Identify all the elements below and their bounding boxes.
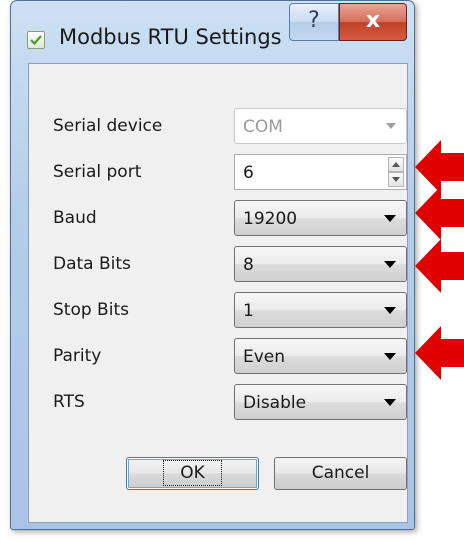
parity-select[interactable]: Even [234, 338, 407, 374]
spin-down-icon[interactable] [388, 172, 404, 187]
baud-select[interactable]: 19200 [234, 200, 407, 236]
baud-value: 19200 [243, 209, 298, 229]
serial-device-select: COM [234, 108, 407, 144]
parity-value: Even [243, 347, 286, 367]
dialog-body: Serial device COM Serial port 6 Baud 192… [28, 63, 408, 523]
stop-bits-select[interactable]: 1 [234, 292, 407, 328]
help-button[interactable]: ? [289, 3, 339, 41]
data-bits-label: Data Bits [53, 254, 131, 274]
data-bits-select[interactable]: 8 [234, 246, 407, 282]
rts-label: RTS [53, 392, 85, 412]
spin-up-icon[interactable] [388, 157, 404, 172]
chevron-down-icon [386, 123, 396, 129]
serial-port-value[interactable]: 6 [243, 163, 254, 183]
title-bar[interactable]: Modbus RTU Settings ? x [11, 1, 414, 49]
cancel-button[interactable]: Cancel [274, 457, 407, 490]
data-bits-value: 8 [243, 255, 254, 275]
app-icon [27, 31, 45, 49]
serial-port-label: Serial port [53, 162, 142, 182]
serial-port-stepper[interactable]: 6 [234, 154, 407, 190]
chevron-down-icon [384, 399, 396, 406]
rts-value: Disable [243, 393, 307, 413]
close-button[interactable]: x [339, 3, 407, 41]
red-arrow-icon [415, 239, 464, 293]
red-arrow-icon [415, 326, 464, 380]
serial-device-label: Serial device [53, 116, 163, 136]
chevron-down-icon [384, 307, 396, 314]
chevron-down-icon [384, 261, 396, 268]
baud-label: Baud [53, 208, 97, 228]
ok-button[interactable]: OK [126, 457, 259, 490]
rts-select[interactable]: Disable [234, 384, 407, 420]
chevron-down-icon [384, 353, 396, 360]
ok-button-label: OK [163, 460, 222, 486]
red-arrow-icon [415, 186, 464, 240]
parity-label: Parity [53, 346, 102, 366]
stop-bits-value: 1 [243, 301, 254, 321]
serial-device-value: COM [243, 117, 283, 137]
stop-bits-label: Stop Bits [53, 300, 129, 320]
settings-dialog: Modbus RTU Settings ? x Serial device CO… [10, 0, 415, 530]
chevron-down-icon [384, 215, 396, 222]
window-title: Modbus RTU Settings [59, 25, 282, 49]
